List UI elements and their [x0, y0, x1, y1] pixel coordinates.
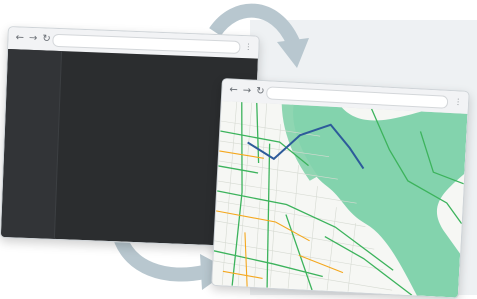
file-tree[interactable] — [0, 49, 63, 239]
forward-icon[interactable]: → — [29, 33, 38, 44]
menu-icon[interactable]: ⋮ — [454, 97, 462, 106]
map-svg[interactable] — [212, 101, 468, 298]
map-view[interactable] — [212, 101, 468, 298]
map-browser-window: ← → ↻ ⋮ — [211, 78, 470, 299]
back-icon[interactable]: ← — [229, 84, 238, 95]
reload-icon[interactable]: ↻ — [42, 33, 51, 44]
forward-icon[interactable]: → — [242, 85, 251, 96]
back-icon[interactable]: ← — [15, 32, 24, 43]
reload-icon[interactable]: ↻ — [256, 86, 265, 97]
menu-icon[interactable]: ⋮ — [244, 42, 252, 51]
